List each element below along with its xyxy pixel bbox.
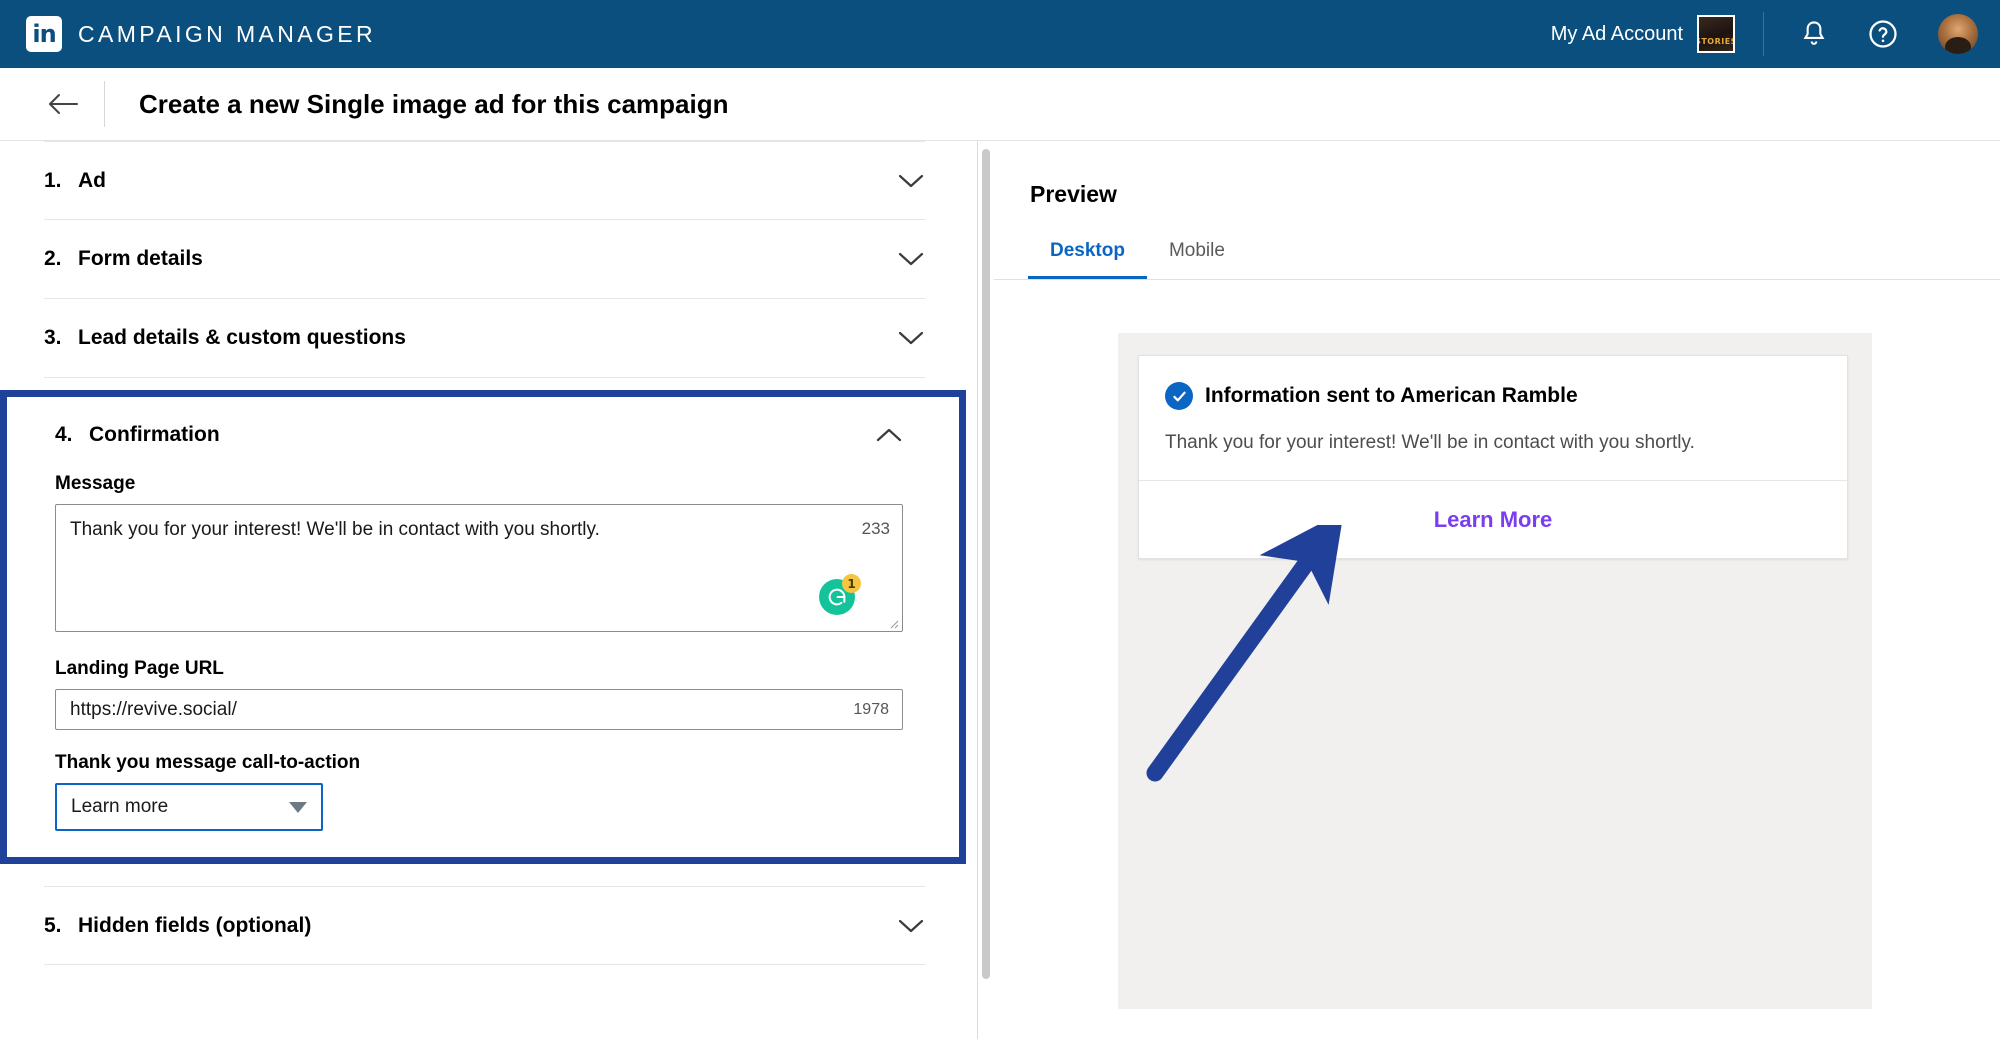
accordion-section-confirmation[interactable]: 4. Confirmation [55, 397, 903, 473]
brand-title: CAMPAIGN MANAGER [78, 20, 377, 47]
chevron-down-icon [289, 801, 307, 813]
preview-stage: Information sent to American Ramble Than… [1118, 333, 1872, 1009]
tab-desktop[interactable]: Desktop [1028, 240, 1147, 279]
section-title: Hidden fields (optional) [78, 913, 312, 937]
cta-label: Thank you message call-to-action [55, 752, 361, 773]
landing-page-url-value: https://revive.social/ [70, 698, 237, 720]
accordion-section-lead-details[interactable]: 3. Lead details & custom questions [44, 299, 925, 378]
bell-icon[interactable] [1800, 19, 1828, 49]
chevron-down-icon[interactable] [897, 917, 925, 935]
accordion-label-ad: 1. Ad [44, 169, 106, 193]
preview-pane: Preview Desktop Mobile Information sent … [978, 141, 2000, 1039]
brand[interactable]: in CAMPAIGN MANAGER [26, 16, 376, 52]
accordion-section-hidden-fields[interactable]: 5. Hidden fields (optional) [44, 886, 925, 965]
top-bar-icon-group [1764, 14, 1978, 54]
preview-card-heading-row: Information sent to American Ramble [1165, 382, 1819, 410]
landing-page-url-label: Landing Page URL [55, 658, 224, 679]
help-icon[interactable] [1868, 19, 1898, 49]
accordion-label-form-details: 2. Form details [44, 247, 203, 271]
section-title: Lead details & custom questions [78, 326, 406, 349]
ad-account-selector[interactable]: My Ad Account STORIES [1551, 0, 1763, 68]
scrollbar-thumb[interactable] [982, 149, 990, 979]
section-number: 1. [44, 168, 62, 192]
ad-account-name: My Ad Account [1550, 22, 1683, 45]
preview-column: Preview Desktop Mobile Information sent … [994, 141, 2000, 1039]
accordion-label-lead-details: 3. Lead details & custom questions [44, 326, 406, 350]
landing-url-field-group: Landing Page URL https://revive.social/ … [55, 658, 903, 730]
section-number: 4. [55, 423, 73, 446]
form-sections: 1. Ad 2. Form details 3. Lead details & … [0, 141, 977, 965]
top-navigation-bar: in CAMPAIGN MANAGER My Ad Account STORIE… [0, 0, 2000, 68]
preview-tabs: Desktop Mobile [994, 208, 2000, 280]
confirmation-section-highlight: 4. Confirmation Message Thank you for yo… [0, 390, 966, 864]
landing-page-url-input[interactable]: https://revive.social/ 1978 [55, 689, 903, 730]
accordion-section-ad[interactable]: 1. Ad [44, 141, 925, 220]
linkedin-logo-icon: in [26, 16, 62, 52]
preview-card-message: Thank you for your interest! We'll be in… [1165, 432, 1695, 453]
section-number: 2. [44, 247, 62, 270]
preview-card: Information sent to American Ramble Than… [1138, 355, 1848, 559]
preview-card-heading: Information sent to American Ramble [1205, 384, 1578, 407]
ad-account-thumbnail: STORIES [1697, 15, 1735, 53]
page-scrollbar[interactable] [978, 141, 994, 1039]
section-title: Confirmation [89, 423, 220, 446]
message-value: Thank you for your interest! We'll be in… [70, 519, 600, 540]
message-field-group: Message Thank you for your interest! We'… [55, 473, 903, 632]
chevron-down-icon[interactable] [897, 250, 925, 268]
chevron-up-icon[interactable] [875, 426, 903, 444]
cta-selected-value: Learn more [71, 796, 169, 817]
section-title: Ad [78, 168, 106, 192]
chevron-down-icon[interactable] [897, 172, 925, 190]
accordion-label-hidden-fields: 5. Hidden fields (optional) [44, 914, 311, 938]
back-arrow-icon[interactable] [40, 81, 86, 127]
page-header: Create a new Single image ad for this ca… [0, 68, 2000, 141]
grammarly-icon[interactable]: 1 [819, 574, 861, 615]
section-number: 3. [44, 326, 62, 349]
cta-field-group: Thank you message call-to-action Learn m… [55, 752, 903, 831]
message-character-counter: 233 [861, 519, 890, 538]
accordion-section-form-details[interactable]: 2. Form details [44, 220, 925, 299]
landing-page-url-counter: 1978 [853, 700, 889, 718]
accordion-label-confirmation: 4. Confirmation [55, 423, 220, 447]
top-bar-right-group: My Ad Account STORIES [1551, 0, 1978, 68]
grammarly-issue-badge: 1 [842, 574, 861, 593]
section-title: Form details [78, 247, 203, 270]
tab-mobile[interactable]: Mobile [1147, 240, 1247, 279]
page-title: Create a new Single image ad for this ca… [139, 88, 729, 119]
section-number: 5. [44, 913, 62, 937]
preview-title: Preview [1030, 181, 1117, 207]
avatar[interactable] [1938, 14, 1978, 54]
ad-account-thumbnail-label: STORIES [1697, 37, 1735, 46]
message-textarea[interactable]: Thank you for your interest! We'll be in… [55, 504, 903, 632]
check-circle-icon [1165, 382, 1193, 410]
page-body: 1. Ad 2. Form details 3. Lead details & … [0, 141, 2000, 1039]
preview-card-cta-button[interactable]: Learn More [1139, 480, 1847, 558]
cta-select[interactable]: Learn more [55, 783, 323, 831]
message-label: Message [55, 473, 136, 494]
chevron-down-icon[interactable] [897, 329, 925, 347]
preview-card-body: Information sent to American Ramble Than… [1139, 356, 1847, 480]
header-divider [104, 81, 105, 127]
form-pane: 1. Ad 2. Form details 3. Lead details & … [0, 141, 978, 1039]
textarea-resize-handle[interactable] [887, 616, 899, 629]
